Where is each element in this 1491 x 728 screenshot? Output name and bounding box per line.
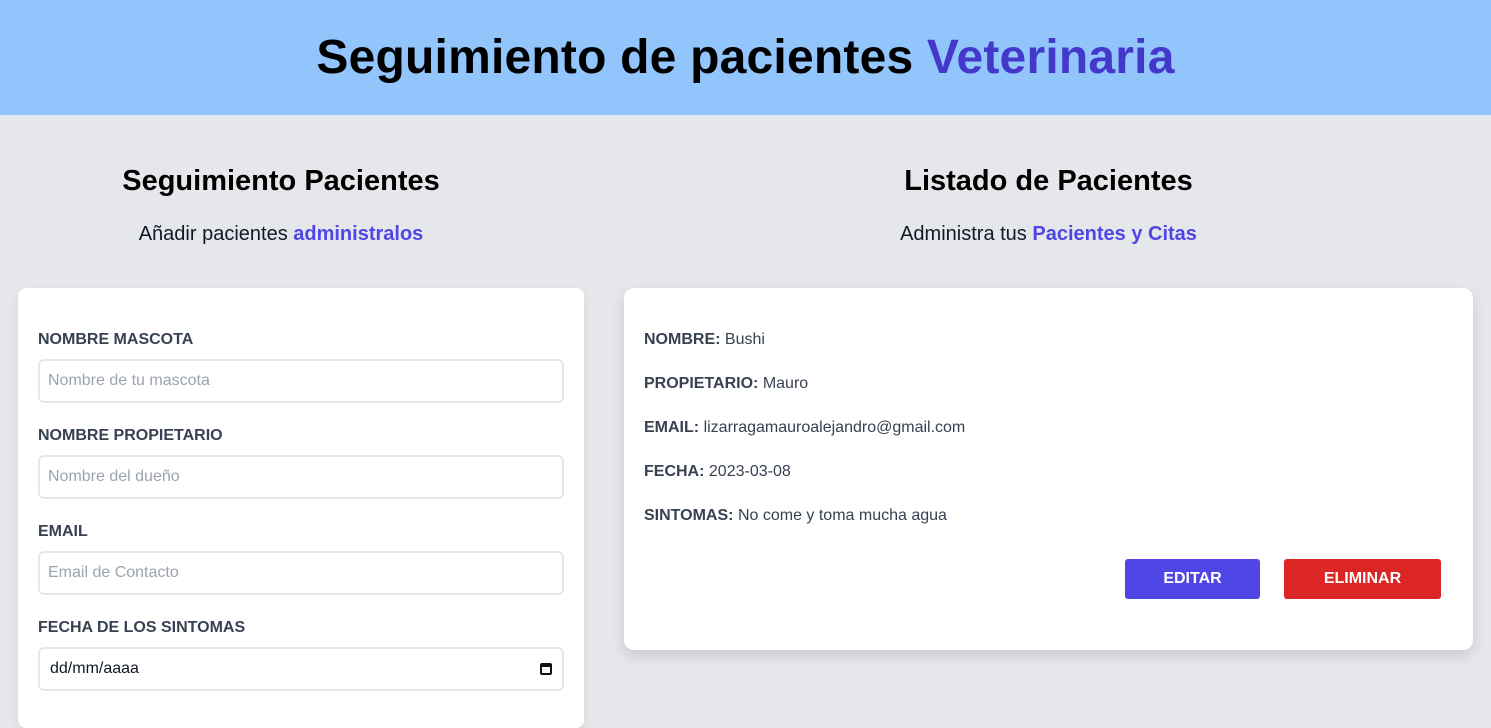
list-section-subtitle: Administra tus Pacientes y Citas [624,223,1473,246]
list-section-subtitle-prefix: Administra tus [900,223,1027,245]
calendar-icon[interactable] [540,663,552,675]
patient-owner-row: PROPIETARIO: Mauro [644,375,808,393]
pet-name-input[interactable] [38,359,564,403]
patient-name-value: Bushi [724,331,765,348]
patient-form: NOMBRE MASCOTA NOMBRE PROPIETARIO EMAIL … [18,288,584,728]
patient-email-key: EMAIL: [644,419,700,436]
delete-button[interactable]: ELIMINAR [1284,559,1441,599]
owner-name-input[interactable] [38,455,564,499]
owner-name-label: NOMBRE PROPIETARIO [38,427,223,444]
page-title-accent: Veterinaria [926,31,1175,84]
pet-name-label: NOMBRE MASCOTA [38,331,194,348]
patient-symptoms-key: SINTOMAS: [644,507,734,524]
form-section-subtitle: Añadir pacientes administralos [18,223,544,246]
email-label: EMAIL [38,523,88,540]
patient-card: NOMBRE: Bushi PROPIETARIO: Mauro EMAIL: … [624,288,1473,650]
page-title: Seguimiento de pacientes Veterinaria [316,30,1174,85]
form-section-subtitle-prefix: Añadir pacientes [138,223,288,245]
patient-symptoms-row: SINTOMAS: No come y toma mucha agua [644,507,947,525]
patient-owner-key: PROPIETARIO: [644,375,759,392]
page-title-main: Seguimiento de pacientes [316,31,914,84]
symptoms-date-input[interactable]: dd/mm/aaaa [38,647,564,691]
patient-owner-value: Mauro [762,375,809,392]
patient-date-row: FECHA: 2023-03-08 [644,463,791,481]
patient-date-key: FECHA: [644,463,705,480]
date-input-value: dd/mm/aaaa [50,660,139,677]
form-section-subtitle-accent: administralos [293,223,424,245]
edit-button[interactable]: EDITAR [1125,559,1260,599]
email-input[interactable] [38,551,564,595]
patient-symptoms-value: No come y toma mucha agua [737,507,947,524]
form-section-title: Seguimiento Pacientes [122,165,440,197]
list-section-subtitle-accent: Pacientes y Citas [1032,223,1197,245]
patient-name-row: NOMBRE: Bushi [644,331,765,349]
patient-email-value: lizarragamauroalejandro@gmail.com [703,419,966,436]
patient-name-key: NOMBRE: [644,331,721,348]
patient-date-value: 2023-03-08 [708,463,791,480]
page-header: Seguimiento de pacientes Veterinaria [0,0,1491,115]
patient-email-row: EMAIL: lizarragamauroalejandro@gmail.com [644,419,965,437]
symptoms-date-label: FECHA DE LOS SINTOMAS [38,619,246,636]
list-section-title: Listado de Pacientes [904,165,1193,197]
